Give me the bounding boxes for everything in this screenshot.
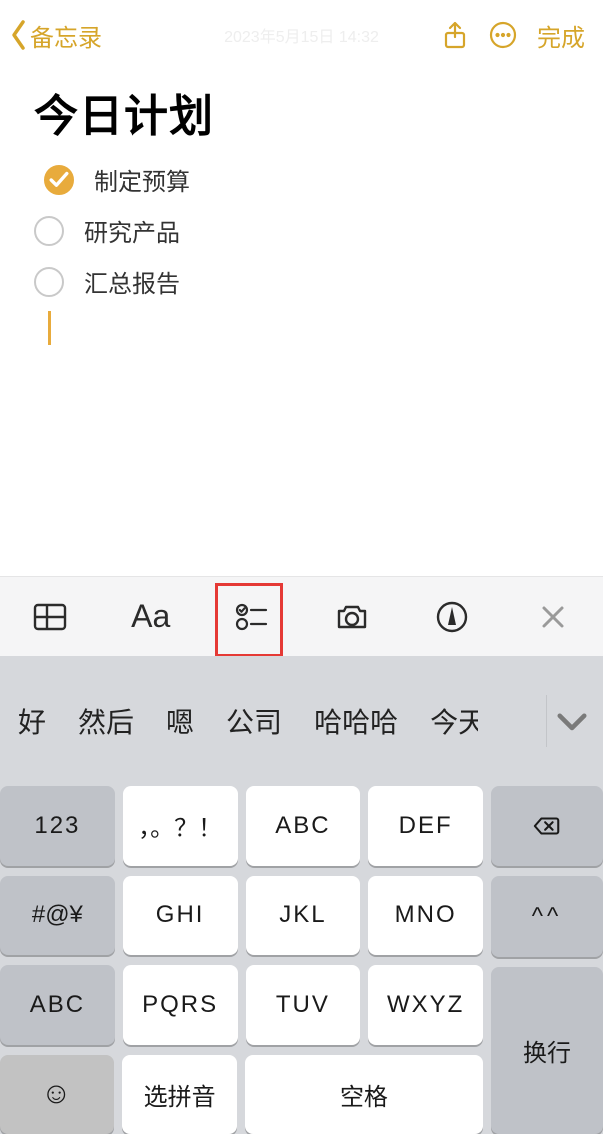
key-mno[interactable]: MNO bbox=[368, 876, 483, 956]
checklist: 制定预算 研究产品 汇总报告 bbox=[34, 162, 569, 299]
dismiss-keyboard-button[interactable] bbox=[521, 589, 585, 645]
key-select-pinyin[interactable]: 选拼音 bbox=[122, 1055, 236, 1134]
backspace-icon bbox=[532, 811, 562, 841]
key-return[interactable]: 换行 bbox=[491, 967, 603, 1134]
key-punctuation[interactable]: ，。？！ bbox=[123, 786, 238, 866]
key-numbers[interactable]: 123 bbox=[0, 786, 115, 866]
suggestion-bar: 好 然后 嗯 公司 哈哈哈 今天 bbox=[0, 656, 603, 786]
key-pqrs[interactable]: PQRS bbox=[123, 965, 238, 1045]
divider bbox=[546, 695, 547, 747]
camera-button[interactable] bbox=[320, 589, 384, 645]
keyboard: 好 然后 嗯 公司 哈哈哈 今天 123 ，。？！ ABC DEF #@¥ GH… bbox=[0, 656, 603, 1134]
key-kaomoji[interactable]: ^^ bbox=[491, 876, 603, 956]
checkmark-icon bbox=[46, 167, 72, 193]
note-title[interactable]: 今日计划 bbox=[34, 80, 569, 144]
checkbox-unchecked[interactable] bbox=[34, 267, 64, 297]
checklist-item[interactable]: 制定预算 bbox=[34, 162, 569, 197]
back-button[interactable]: 备忘录 bbox=[8, 18, 102, 53]
checklist-item[interactable]: 研究产品 bbox=[34, 213, 569, 248]
close-icon bbox=[535, 599, 571, 635]
key-space[interactable]: 空格 bbox=[245, 1055, 483, 1134]
table-icon bbox=[32, 599, 68, 635]
key-tuv[interactable]: TUV bbox=[246, 965, 361, 1045]
suggestion[interactable]: 今天 bbox=[418, 695, 478, 747]
checklist-item-text[interactable]: 汇总报告 bbox=[84, 264, 180, 299]
camera-icon bbox=[334, 599, 370, 635]
more-button[interactable] bbox=[479, 11, 527, 59]
key-jkl[interactable]: JKL bbox=[246, 876, 361, 956]
key-wxyz[interactable]: WXYZ bbox=[368, 965, 483, 1045]
key-ghi[interactable]: GHI bbox=[123, 876, 238, 956]
checklist-item-text[interactable]: 制定预算 bbox=[94, 162, 190, 197]
share-icon bbox=[441, 21, 469, 49]
key-emoji[interactable]: ☺ bbox=[0, 1055, 114, 1134]
pen-circle-icon bbox=[434, 599, 470, 635]
checklist-item[interactable]: 汇总报告 bbox=[34, 264, 569, 299]
back-label: 备忘录 bbox=[30, 18, 102, 53]
highlight-box bbox=[215, 583, 283, 657]
expand-suggestions-button[interactable] bbox=[551, 700, 593, 742]
key-symbols[interactable]: #@¥ bbox=[0, 876, 115, 956]
suggestion[interactable]: 哈哈哈 bbox=[302, 695, 410, 747]
text-format-button[interactable]: Aa bbox=[119, 589, 183, 645]
key-abc[interactable]: ABC bbox=[246, 786, 361, 866]
suggestion[interactable]: 然后 bbox=[66, 695, 146, 747]
share-button[interactable] bbox=[431, 11, 479, 59]
table-button[interactable] bbox=[18, 589, 82, 645]
chevron-down-icon bbox=[551, 700, 593, 742]
markup-button[interactable] bbox=[420, 589, 484, 645]
text-cursor bbox=[48, 311, 51, 345]
checklist-button[interactable] bbox=[219, 589, 283, 645]
note-body[interactable]: 今日计划 制定预算 研究产品 汇总报告 bbox=[0, 70, 603, 345]
checklist-item-text[interactable]: 研究产品 bbox=[84, 213, 180, 248]
checkbox-checked[interactable] bbox=[44, 165, 74, 195]
key-def[interactable]: DEF bbox=[368, 786, 483, 866]
suggestion[interactable]: 嗯 bbox=[154, 695, 206, 747]
ellipsis-circle-icon bbox=[489, 21, 517, 49]
checkbox-unchecked[interactable] bbox=[34, 216, 64, 246]
key-shift-abc[interactable]: ABC bbox=[0, 965, 115, 1045]
key-backspace[interactable] bbox=[491, 786, 603, 866]
chevron-left-icon bbox=[8, 18, 30, 52]
header: 备忘录 2023年5月15日 14:32 完成 bbox=[0, 0, 603, 70]
format-toolbar: Aa bbox=[0, 576, 603, 656]
done-button[interactable]: 完成 bbox=[537, 18, 585, 53]
suggestion[interactable]: 好 bbox=[6, 695, 58, 747]
suggestion[interactable]: 公司 bbox=[214, 695, 294, 747]
